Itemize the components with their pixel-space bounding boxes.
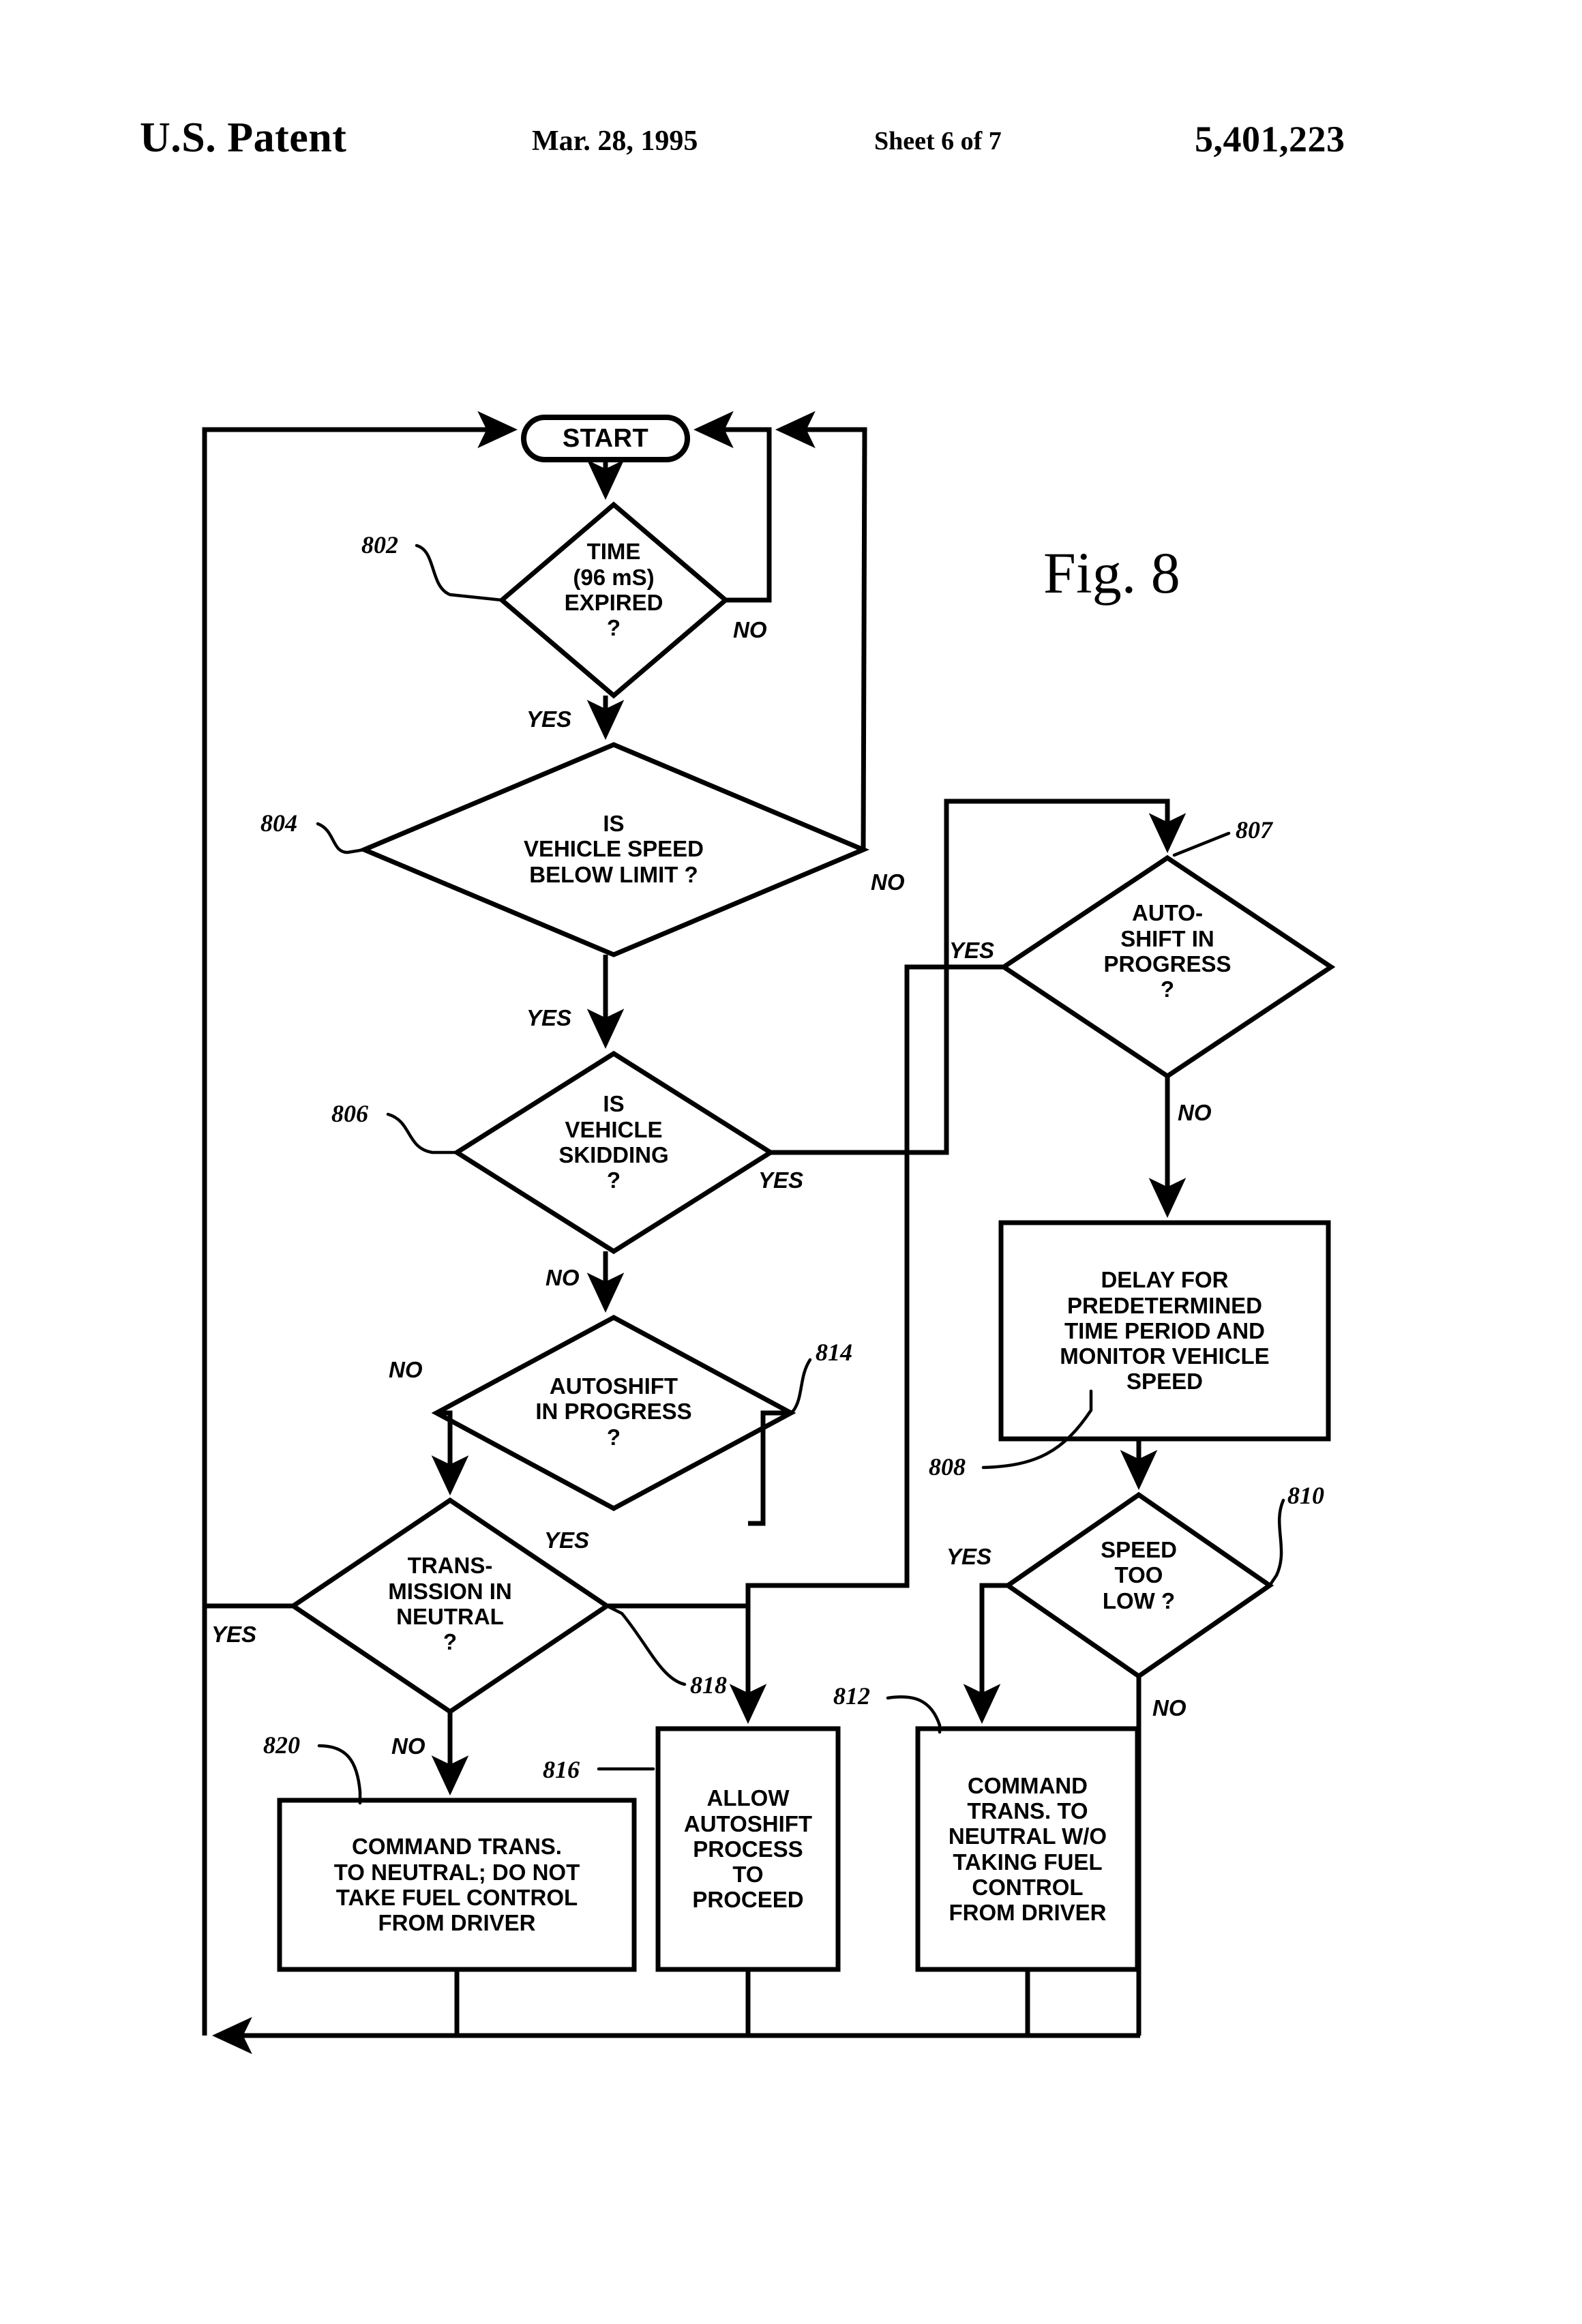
edge-label-802-yes: YES [526, 706, 572, 732]
node-802-label: TIME (96 mS) EXPIRED ? [564, 539, 663, 641]
edge-814-no [431, 1410, 469, 1495]
node-start-label: START [562, 423, 649, 453]
ref-numeral-818: 818 [690, 1671, 727, 1699]
edge-label-818-no: NO [391, 1733, 426, 1759]
edge-804-no [775, 411, 867, 850]
leader-814 [789, 1358, 812, 1415]
node-818-label: TRANS- MISSION IN NEUTRAL ? [388, 1553, 512, 1655]
ref-numeral-808: 808 [929, 1453, 966, 1480]
edge-label-818-yes: YES [211, 1622, 257, 1647]
edge-label-806-yes: YES [758, 1167, 804, 1193]
leader-807 [1172, 831, 1231, 857]
edge-label-814-no: NO [389, 1357, 423, 1382]
ref-numeral-810: 810 [1287, 1482, 1324, 1509]
edge-label-810-no: NO [1152, 1695, 1186, 1720]
ref-numeral-806: 806 [331, 1100, 368, 1127]
ref-numeral-816: 816 [543, 1756, 580, 1783]
flowchart-diagram [202, 411, 1336, 2055]
node-806-label: IS VEHICLE SKIDDING ? [558, 1091, 669, 1193]
node-804-label: IS VEHICLE SPEED BELOW LIMIT ? [523, 811, 704, 887]
edge-label-807-no: NO [1178, 1100, 1212, 1125]
edge-label-807-yes: YES [949, 938, 995, 963]
node-808-label: DELAY FOR PREDETERMINED TIME PERIOD AND … [1060, 1267, 1270, 1395]
node-810-label: SPEED TOO LOW ? [1101, 1537, 1177, 1613]
ref-numeral-804: 804 [260, 809, 297, 837]
ref-numeral-820: 820 [263, 1731, 300, 1759]
edge-label-806-no: NO [546, 1265, 580, 1290]
leader-810 [1268, 1498, 1285, 1588]
edge-810-yes [963, 1583, 1008, 1724]
edge-label-804-no: NO [871, 869, 905, 895]
node-814-label: AUTOSHIFT IN PROGRESS ? [535, 1373, 692, 1450]
ref-numeral-814: 814 [816, 1339, 852, 1366]
leader-802 [415, 543, 504, 602]
ref-numeral-802: 802 [361, 531, 398, 558]
ref-numeral-807: 807 [1236, 816, 1272, 844]
ref-numeral-812: 812 [833, 1682, 870, 1710]
node-807-label: AUTO- SHIFT IN PROGRESS ? [1103, 900, 1232, 1002]
node-820-label: COMMAND TRANS. TO NEUTRAL; DO NOT TAKE F… [333, 1834, 580, 1936]
edge-807-yes [729, 964, 1004, 1724]
node-812-label: COMMAND TRANS. TO NEUTRAL W/O TAKING FUE… [948, 1772, 1107, 1926]
edge-label-810-yes: YES [946, 1544, 992, 1569]
leader-804 [316, 822, 366, 854]
edge-label-802-no: NO [733, 617, 767, 642]
edge-label-804-yes: YES [526, 1005, 572, 1030]
leader-820 [317, 1744, 362, 1805]
node-816-label: ALLOW AUTOSHIFT PROCESS TO PROCEED [683, 1785, 813, 1913]
leader-806 [386, 1112, 459, 1154]
edge-label-814-yes: YES [544, 1528, 590, 1553]
leader-818 [605, 1604, 687, 1686]
